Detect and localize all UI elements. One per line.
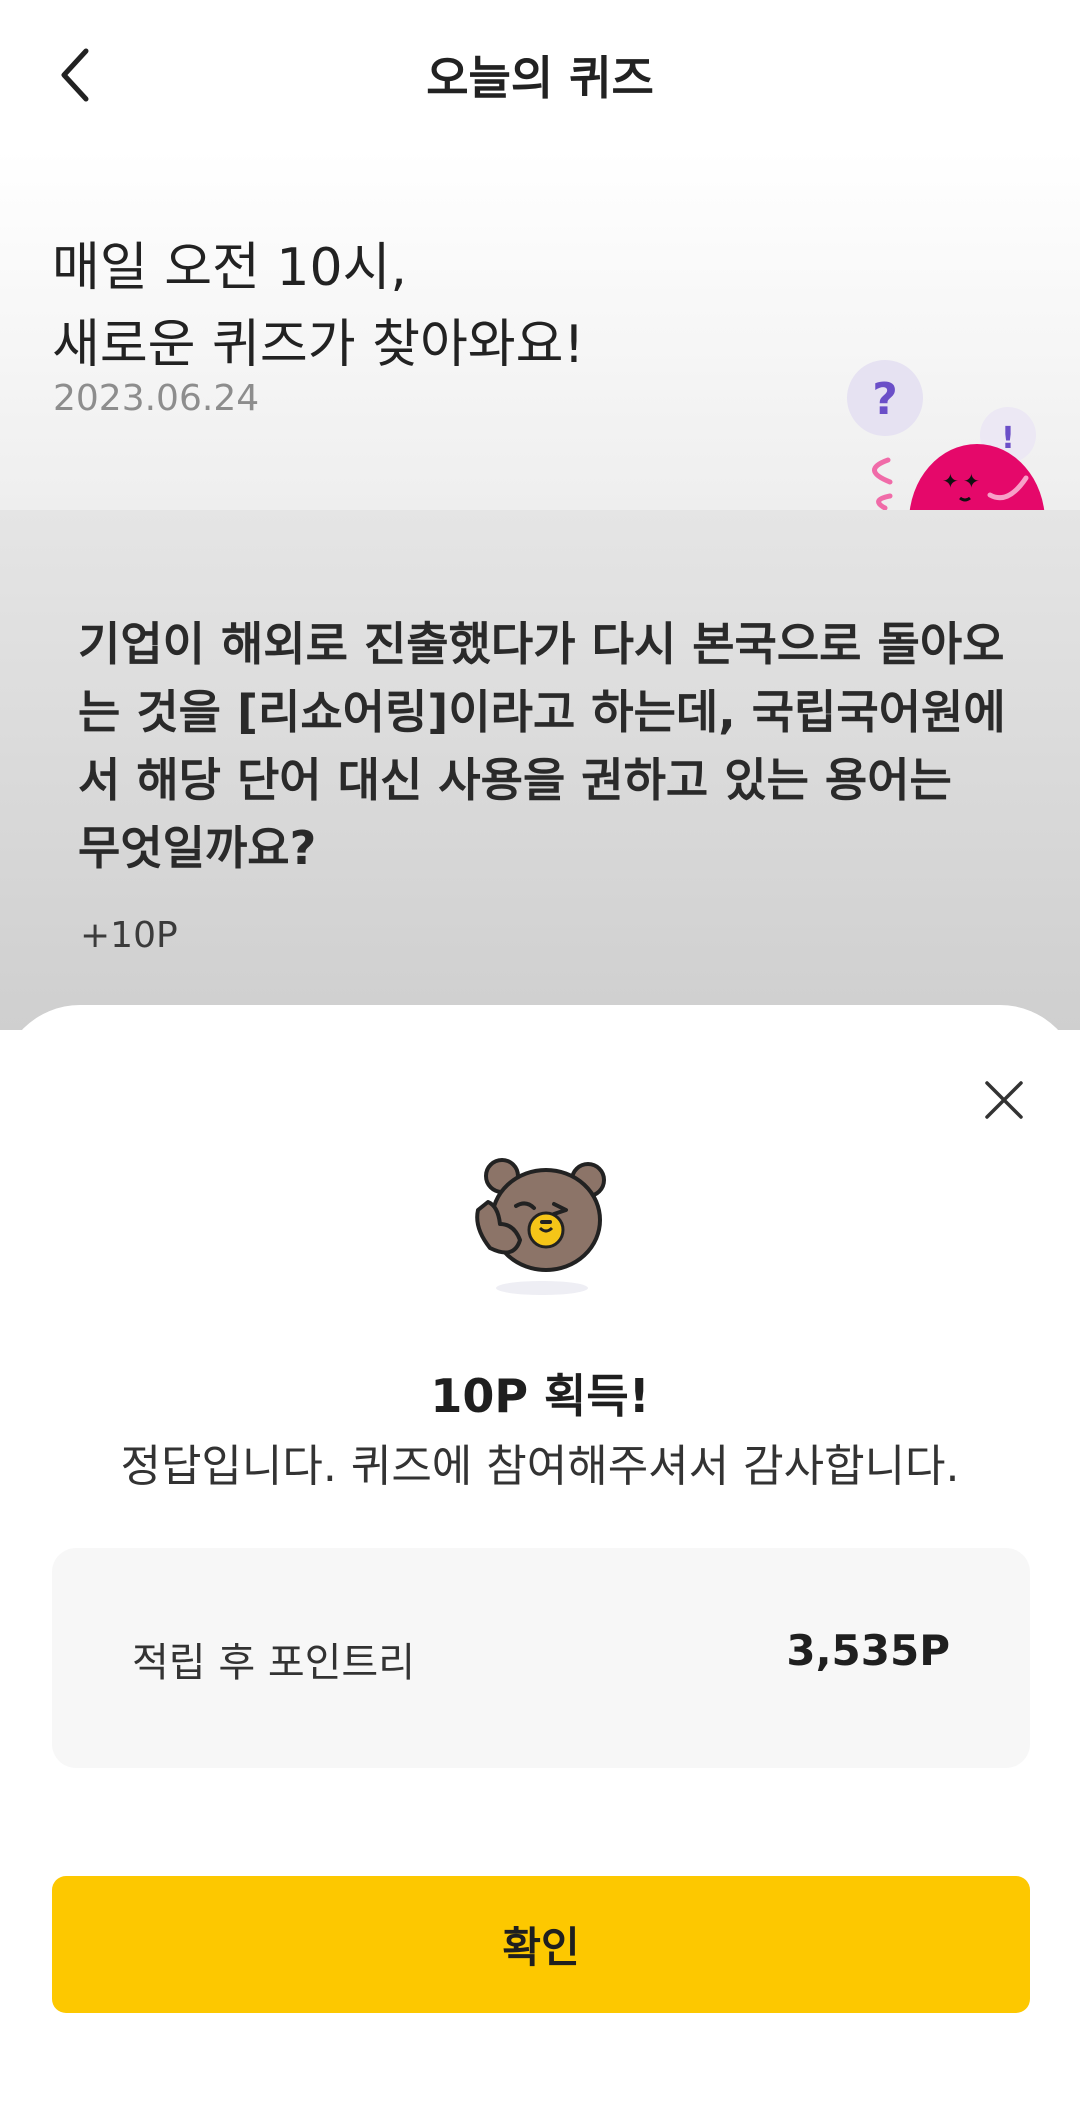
bear-thumbs-up-icon xyxy=(475,1158,606,1295)
quiz-intro-banner: 매일 오전 10시, 새로운 퀴즈가 찾아와요! 2023.06.24 ? ! … xyxy=(0,150,1080,510)
intro-headline-line1: 매일 오전 10시, xyxy=(52,238,407,298)
svg-text:✦: ✦ xyxy=(942,469,959,493)
intro-headline-line2: 새로운 퀴즈가 찾아와요! xyxy=(52,315,585,375)
svg-text:✦: ✦ xyxy=(963,469,980,493)
question-mark-bubble: ? xyxy=(872,374,898,425)
top-app-bar: 오늘의 퀴즈 xyxy=(0,0,1080,150)
quiz-question: 기업이 해외로 진출했다가 다시 본국으로 돌아오는 것을 [리쇼어링]이라고 … xyxy=(78,617,1006,875)
reward-title: 10P 획득! xyxy=(430,1369,650,1423)
page-title: 오늘의 퀴즈 xyxy=(426,51,654,105)
quiz-reward-points: +10P xyxy=(80,915,178,956)
pink-mascot-illustration: ? ! ✦ ✦ xyxy=(847,360,1045,510)
points-summary-label: 적립 후 포인트리 xyxy=(132,1640,416,1686)
quiz-question-section: 기업이 해외로 진출했다가 다시 본국으로 돌아오는 것을 [리쇼어링]이라고 … xyxy=(0,510,1080,1030)
reward-message: 정답입니다. 퀴즈에 참여해주셔서 감사합니다. xyxy=(120,1441,960,1492)
quiz-date: 2023.06.24 xyxy=(53,378,260,419)
points-summary-card: 적립 후 포인트리 3,535P xyxy=(52,1548,1030,1768)
confirm-button[interactable]: 확인 xyxy=(52,1876,1030,2013)
close-icon xyxy=(985,1081,1023,1119)
points-summary-value: 3,535P xyxy=(786,1626,950,1675)
close-button[interactable] xyxy=(972,1068,1036,1132)
